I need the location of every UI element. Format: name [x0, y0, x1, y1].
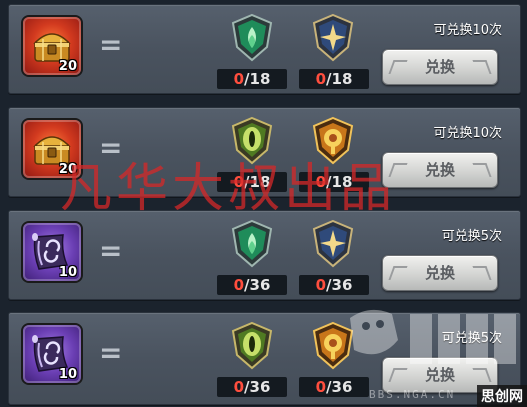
blue-star-badge-icon — [310, 13, 356, 63]
required-count: /36 — [244, 378, 271, 396]
required-count: /18 — [244, 173, 271, 191]
reward-quantity: 20 — [58, 59, 77, 74]
owned-count: 0 — [315, 70, 327, 88]
green-leaf-badge-icon — [229, 219, 275, 269]
owned-count: 0 — [233, 276, 245, 294]
exchange-limit: 可兑换10次 — [433, 23, 502, 38]
exchange-row: 20 = 0/18 0/18 可兑换10次 兑换 — [8, 107, 521, 197]
exchange-button[interactable]: 兑换 — [382, 255, 498, 291]
reward-item-slot[interactable]: 10 — [23, 223, 81, 281]
exchange-row: 10 = 0/36 0/36 可兑换5次 兑换 — [8, 312, 521, 405]
cost-quantity: 0/36 — [217, 275, 287, 295]
cost-quantity: 0/18 — [217, 172, 287, 192]
exchange-button[interactable]: 兑换 — [382, 152, 498, 188]
equals-sign: = — [99, 234, 123, 267]
required-count: /36 — [326, 276, 353, 294]
cost-quantity: 0/18 — [299, 172, 369, 192]
owned-count: 0 — [315, 173, 327, 191]
blue-star-badge-icon — [310, 219, 356, 269]
owned-count: 0 — [315, 276, 327, 294]
reward-quantity: 20 — [58, 162, 77, 177]
gold-sun-badge-icon — [310, 321, 356, 371]
equals-sign: = — [99, 131, 123, 164]
cost-quantity: 0/36 — [299, 275, 369, 295]
reward-item-slot[interactable]: 20 — [23, 17, 81, 75]
owned-count: 0 — [233, 173, 245, 191]
reward-quantity: 10 — [58, 265, 77, 280]
exchange-panel: 20 = 0/18 0/18 可兑换10次 兑换 20 = 0/18 0/18 … — [0, 0, 527, 407]
owned-count: 0 — [315, 378, 327, 396]
required-count: /18 — [326, 173, 353, 191]
required-count: /18 — [244, 70, 271, 88]
green-leaf-badge-icon — [229, 13, 275, 63]
owned-count: 0 — [233, 70, 245, 88]
exchange-row: 10 = 0/36 0/36 可兑换5次 兑换 — [8, 210, 521, 300]
exchange-button[interactable]: 兑换 — [382, 357, 498, 393]
green-eye-badge-icon — [229, 116, 275, 166]
green-eye-badge-icon — [229, 321, 275, 371]
exchange-button[interactable]: 兑换 — [382, 49, 498, 85]
cost-quantity: 0/36 — [299, 377, 369, 397]
equals-sign: = — [99, 336, 123, 369]
cost-quantity: 0/36 — [217, 377, 287, 397]
required-count: /36 — [244, 276, 271, 294]
exchange-limit: 可兑换10次 — [433, 126, 502, 141]
cost-quantity: 0/18 — [299, 69, 369, 89]
exchange-row: 20 = 0/18 0/18 可兑换10次 兑换 — [8, 4, 521, 94]
owned-count: 0 — [233, 378, 245, 396]
equals-sign: = — [99, 28, 123, 61]
exchange-limit: 可兑换5次 — [441, 331, 502, 346]
reward-item-slot[interactable]: 20 — [23, 120, 81, 178]
exchange-limit: 可兑换5次 — [441, 229, 502, 244]
reward-quantity: 10 — [58, 367, 77, 382]
reward-item-slot[interactable]: 10 — [23, 325, 81, 383]
required-count: /18 — [326, 70, 353, 88]
required-count: /36 — [326, 378, 353, 396]
cost-quantity: 0/18 — [217, 69, 287, 89]
gold-sun-badge-icon — [310, 116, 356, 166]
